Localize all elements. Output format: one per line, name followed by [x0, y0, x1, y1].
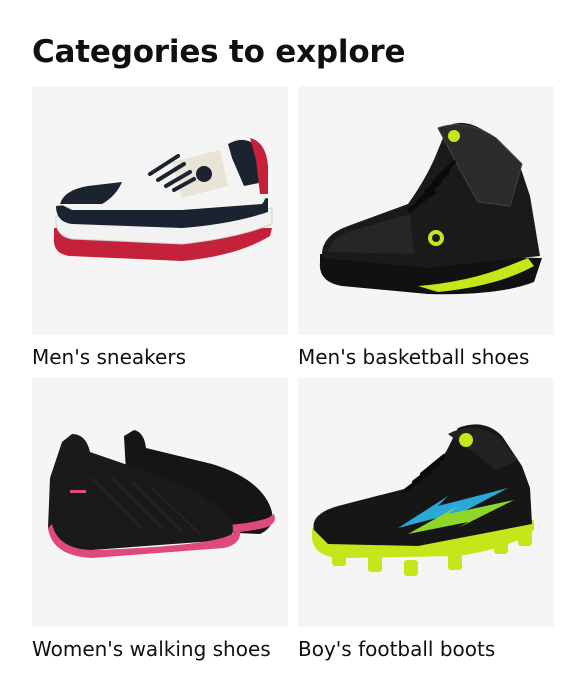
walking-shoes-illustration: [48, 430, 275, 558]
categories-widget: Categories to explore Men's sneakers Men…: [0, 0, 580, 683]
category-label[interactable]: Men's basketball shoes: [298, 344, 554, 370]
football-boot-illustration: [312, 424, 534, 576]
category-tile-mens-basketball-shoes[interactable]: Men's basketball shoes: [298, 86, 554, 370]
category-label[interactable]: Boy's football boots: [298, 636, 554, 662]
category-tile-mens-sneakers[interactable]: Men's sneakers: [32, 86, 288, 370]
widget-title: Categories to explore: [32, 34, 406, 70]
category-tile-boys-football-boots[interactable]: Boy's football boots: [298, 378, 554, 662]
category-image-womens-walking-shoes[interactable]: [32, 378, 288, 627]
category-image-mens-sneakers[interactable]: [32, 86, 288, 335]
sneaker-illustration: [53, 138, 273, 261]
category-tile-womens-walking-shoes[interactable]: Women's walking shoes: [32, 378, 288, 662]
basketball-shoe-illustration: [319, 122, 542, 295]
category-image-mens-basketball-shoes[interactable]: [298, 86, 554, 335]
category-image-boys-football-boots[interactable]: [298, 378, 554, 627]
category-label[interactable]: Men's sneakers: [32, 344, 288, 370]
category-label[interactable]: Women's walking shoes: [32, 636, 288, 662]
